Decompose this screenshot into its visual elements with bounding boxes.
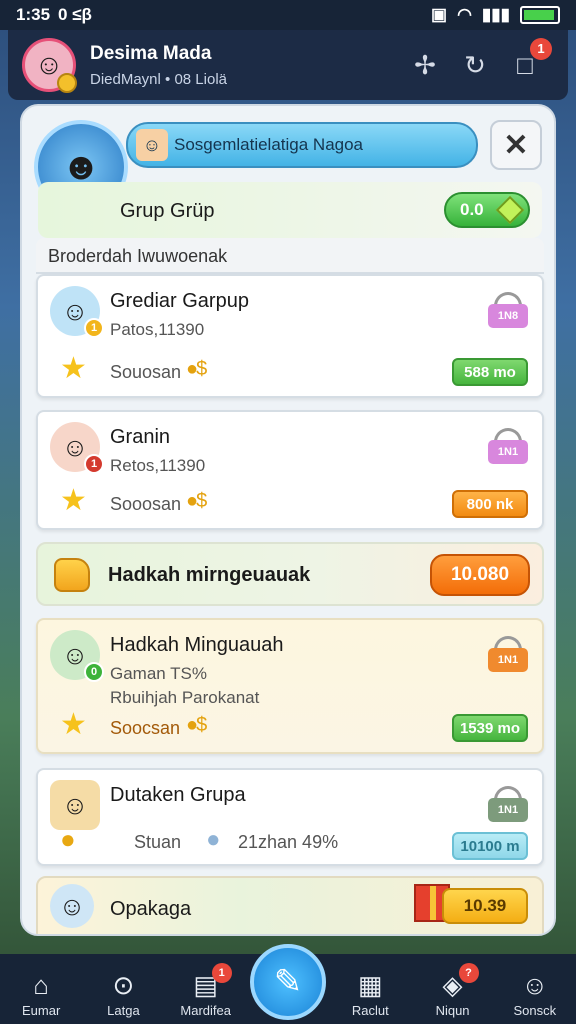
cast-icon: ▣ <box>431 5 448 24</box>
refresh-icon[interactable]: ↻ <box>460 50 490 81</box>
silver-coin-icon: ● <box>206 826 221 853</box>
row-label: Stuan <box>134 832 182 852</box>
card-title: Hadkah Minguauah <box>110 634 284 656</box>
mini-avatar-icon: ☺ <box>136 129 168 161</box>
row-label: Souosan <box>110 362 182 382</box>
nav-item-profile[interactable]: ☺ Sonsck <box>495 969 575 1018</box>
price-pill[interactable]: 588 mo <box>452 358 528 386</box>
lock-icon[interactable]: 1N8 <box>488 292 528 330</box>
nav-item-inbox[interactable]: ▤ 1 Mardifea <box>166 963 246 1018</box>
coin-icon: ●$ <box>186 358 207 380</box>
list-header: Broderdah Iwuwoenak <box>36 238 544 274</box>
avatar: ☺ 1 <box>50 286 104 338</box>
card-title: Granin <box>110 426 171 448</box>
pin-icon[interactable]: ✢ <box>410 50 440 81</box>
avatar: ☺ <box>50 884 94 928</box>
compose-button[interactable]: ✎ <box>250 944 326 1020</box>
list-item[interactable]: ☺ Dutaken Grupa 1N1 ● Stuan ● 21zhan 49%… <box>36 768 544 866</box>
star-icon: ★ <box>60 708 87 741</box>
status-time: 1:35 <box>16 5 51 24</box>
gem-icon <box>495 195 525 225</box>
bottom-strip-value[interactable]: 10.39 <box>442 888 528 924</box>
star-icon: ★ <box>60 484 87 517</box>
coin-badge-icon <box>57 73 77 93</box>
nav-item-grid[interactable]: ▦ Raclut <box>330 969 410 1018</box>
group-value-pill[interactable]: 0.0 <box>444 192 530 228</box>
member-badge: 0 <box>84 662 104 682</box>
lock-icon[interactable]: 1N1 <box>488 636 528 674</box>
home-icon: ⌂ <box>33 970 49 1000</box>
member-badge: 1 <box>84 454 104 474</box>
row-label: Sooosan <box>110 494 182 514</box>
avatar: ☺ 0 <box>50 630 104 682</box>
star-icon: ★ <box>60 352 87 385</box>
card-title: Dutaken Grupa <box>110 784 246 806</box>
card-subtitle: Gaman TS% <box>110 664 208 683</box>
nav-badge: 1 <box>211 963 232 983</box>
hand-row-value[interactable]: 10.080 <box>430 554 530 596</box>
bottom-strip-label: Opakaga <box>110 898 192 920</box>
edit-icon: ✎ <box>273 963 303 1001</box>
group-name-strip: Grup Grüp 0.0 <box>38 182 542 238</box>
row-label: Soocsan <box>110 718 181 738</box>
hand-row[interactable]: Hadkah mirngeuauak 10.080 <box>36 542 544 606</box>
card-subtitle: Patos,11390 <box>110 320 205 339</box>
inbox-icon: ▤ <box>193 970 218 1000</box>
treasure-icon: ☺ <box>50 780 100 830</box>
notification-badge: 1 <box>530 37 552 60</box>
group-value: 0.0 <box>460 200 484 219</box>
group-header: ☻ ☺ Sosgemlatielatiga Nagoa ✕ Grup Grüp … <box>22 106 554 238</box>
card-subtitle: 21zhan 49% <box>238 832 339 852</box>
list-item[interactable]: ☺ 0 Hadkah Minguauah Gaman TS% Rbuihjah P… <box>36 618 544 754</box>
user-icon: ☺ <box>521 970 549 1000</box>
coin-icon: ●$ <box>186 490 207 512</box>
hand-icon <box>54 558 90 592</box>
list-item[interactable]: ☺ 1 Grediar Garpup Patos,11390 1N8 ★ Souo… <box>36 274 544 398</box>
nav-badge: ? <box>458 963 479 983</box>
list-item[interactable]: ☺ 1 Granin Retos,11390 1N1 ★ Sooosan ●$ 8… <box>36 410 544 530</box>
avatar[interactable]: ☺ <box>22 38 77 93</box>
status-bar: 1:35 0 ≤β ▣ ◠ ▮▮▮ <box>0 0 576 30</box>
gold-coin-icon: ● <box>60 824 76 854</box>
group-panel: ☻ ☺ Sosgemlatielatiga Nagoa ✕ Grup Grüp … <box>20 104 556 936</box>
coin-icon: ●$ <box>186 714 207 736</box>
signal-icon: ▮▮▮ <box>481 5 510 24</box>
nav-item-map[interactable]: ⊙ Latga <box>83 969 163 1018</box>
close-button[interactable]: ✕ <box>490 120 542 170</box>
wifi-icon: ◠ <box>457 5 472 24</box>
card-subtitle-2: Rbuihjah Parokanat <box>110 688 260 707</box>
card-subtitle: Retos,11390 <box>110 456 206 475</box>
price-pill[interactable]: 800 nk <box>452 490 528 518</box>
nav-item-home[interactable]: ⌂ Eumar <box>1 969 81 1018</box>
profile-header: ☺ Desima Mada DiedMaynl • 08 Liolä ✢ ↻ □… <box>8 30 568 100</box>
lock-icon[interactable]: 1N1 <box>488 428 528 466</box>
group-name: Grup Grüp <box>120 200 215 222</box>
lock-icon[interactable]: 1N1 <box>488 786 528 824</box>
card-title: Grediar Garpup <box>110 290 249 312</box>
hand-row-label: Hadkah mirngeuauak <box>108 564 311 586</box>
member-badge: 1 <box>84 318 104 338</box>
chat-icon: ◈ <box>442 970 463 1000</box>
profile-subtitle: DiedMaynl • 08 Liolä <box>90 70 227 88</box>
share-icon[interactable]: □ 1 <box>510 37 552 81</box>
profile-name: Desima Mada <box>90 42 212 64</box>
location-icon: ⊙ <box>112 970 135 1000</box>
price-pill[interactable]: 10100 m <box>452 832 528 860</box>
price-pill[interactable]: 1539 mo <box>452 714 528 742</box>
avatar: ☺ 1 <box>50 422 104 474</box>
status-extra: 0 ≤β <box>58 5 92 24</box>
grid-icon: ▦ <box>357 970 383 1000</box>
group-title-pill: ☺ Sosgemlatielatiga Nagoa <box>126 122 478 168</box>
bottom-strip[interactable]: ☺ Opakaga 10.39 <box>36 876 544 934</box>
battery-icon <box>520 6 560 24</box>
nav-item-chat[interactable]: ◈? Niqun <box>413 963 493 1018</box>
group-title: Sosgemlatielatiga Nagoa <box>174 135 364 154</box>
